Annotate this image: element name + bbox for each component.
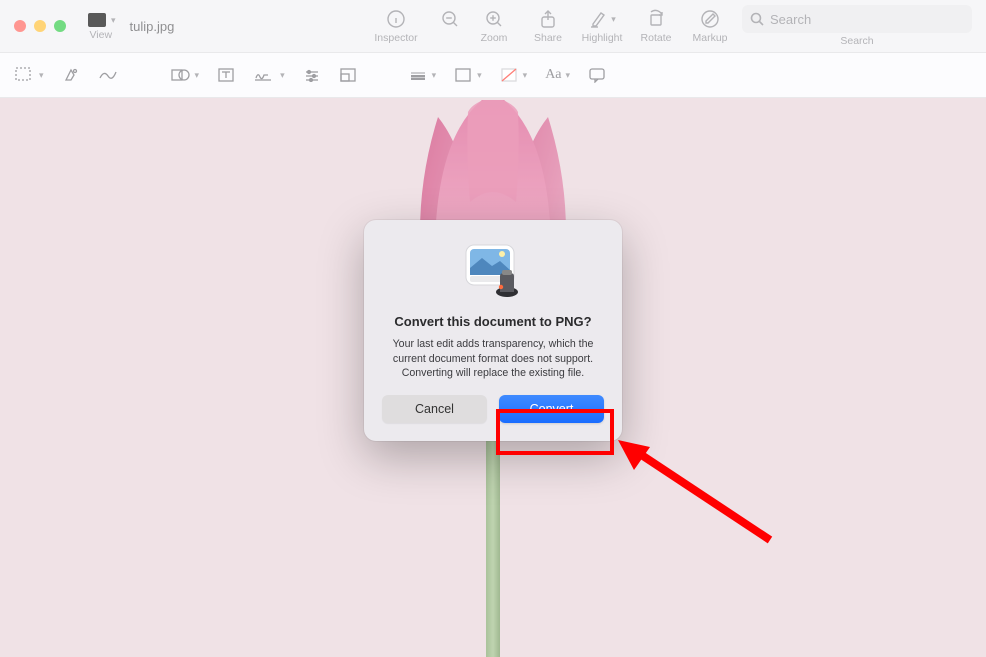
dialog-message: Your last edit adds transparency, which … [382, 337, 604, 381]
cancel-button[interactable]: Cancel [382, 395, 487, 423]
convert-button[interactable]: Convert [499, 395, 604, 423]
dialog-buttons: Cancel Convert [382, 395, 604, 423]
dialog-title: Convert this document to PNG? [382, 314, 604, 329]
dialog-backdrop: Convert this document to PNG? Your last … [0, 0, 986, 657]
preview-app-icon [464, 242, 522, 300]
convert-dialog: Convert this document to PNG? Your last … [364, 220, 622, 441]
